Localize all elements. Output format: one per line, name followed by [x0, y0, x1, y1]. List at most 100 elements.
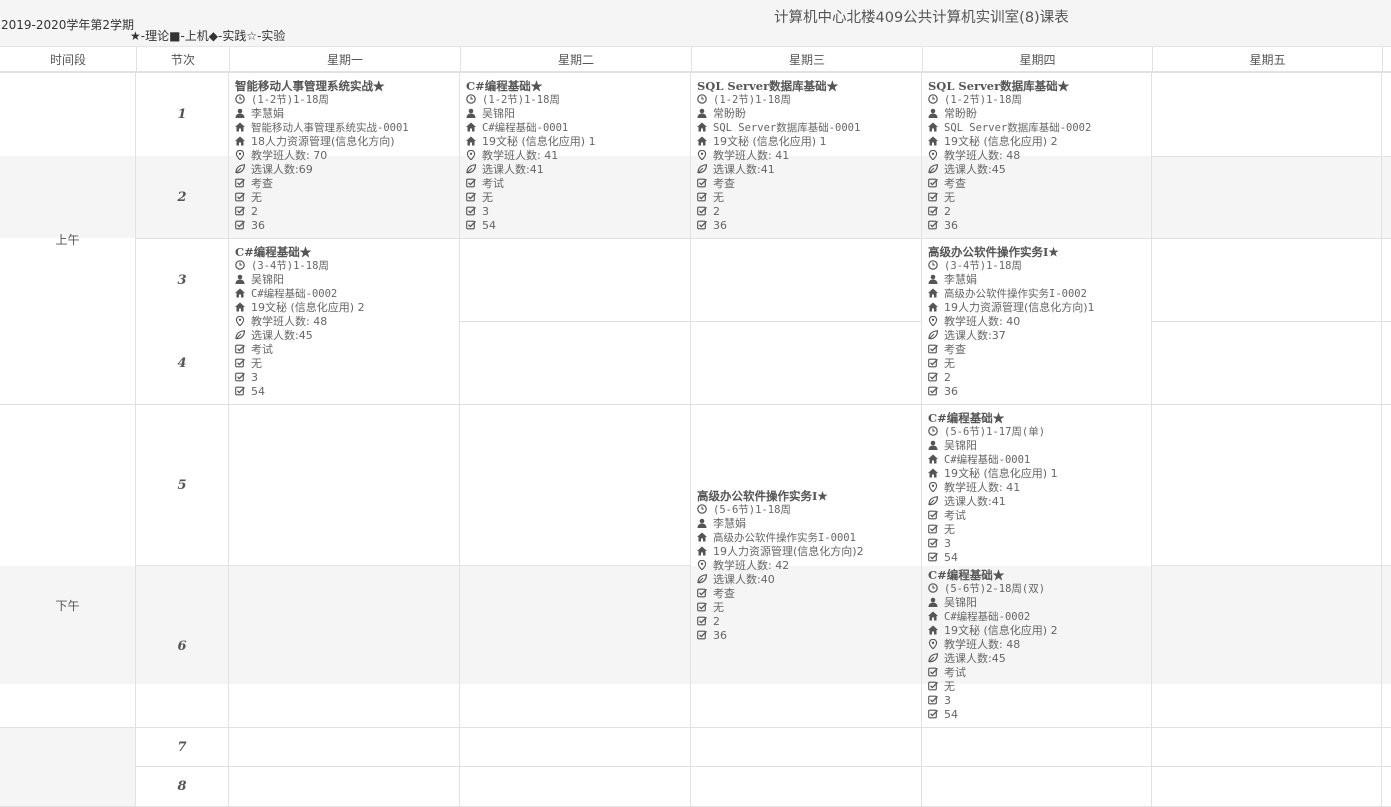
- course-teacher-text: 常盼盼: [713, 107, 746, 120]
- course-exam: 考查: [697, 587, 864, 601]
- clock-icon: [928, 583, 938, 593]
- course-group-text: 19文秘 (信息化应用) 1: [713, 135, 827, 148]
- course-size-text: 教学班人数: 41: [944, 481, 1021, 494]
- course-teacher-text: 吴锦阳: [251, 273, 284, 286]
- course-credit: 2: [235, 205, 409, 219]
- course-credit-text: 2: [713, 615, 720, 628]
- course-name: 智能移动人事管理系统实战★: [235, 79, 385, 93]
- course-teacher-text: 吴锦阳: [944, 596, 977, 609]
- home-icon: [697, 546, 707, 556]
- check-square-icon: [697, 616, 707, 626]
- course-block[interactable]: 高级办公软件操作实务I★ (5-6节)1-18周 李慧娟 高级办公软件操作实务I-00…: [697, 489, 864, 643]
- course-block[interactable]: 高级办公软件操作实务I★ (3-4节)1-18周 李慧娟 高级办公软件操作实务I-00…: [928, 245, 1095, 399]
- course-time: (1-2节)1-18周: [928, 93, 1091, 107]
- course-size: 教学班人数: 41: [466, 149, 596, 163]
- course-name: C#编程基础★: [928, 411, 1005, 425]
- course-block[interactable]: C#编程基础★ (5-6节)1-17周(单) 吴锦阳 C#编程基础-0001 19文秘 …: [928, 411, 1058, 565]
- grid-vline: [1151, 72, 1152, 807]
- check-square-icon: [928, 178, 938, 188]
- course-group: 19文秘 (信息化应用) 2: [235, 301, 365, 315]
- course-credit-text: 3: [944, 694, 951, 707]
- grid-hline: [1152, 321, 1391, 322]
- course-class: SQL Server数据库基础-0001: [697, 121, 860, 135]
- leaf-icon: [235, 164, 245, 174]
- course-group: 19文秘 (信息化应用) 1: [928, 467, 1058, 481]
- course-exam: 考查: [928, 177, 1091, 191]
- course-block[interactable]: SQL Server数据库基础★ (1-2节)1-18周 常盼盼 SQL Server…: [928, 79, 1091, 233]
- leaf-icon: [928, 330, 938, 340]
- check-square-icon: [466, 206, 476, 216]
- slot-number: 2: [177, 190, 187, 205]
- course-enrolled-text: 选课人数:40: [713, 573, 775, 586]
- course-time: (3-4节)1-18周: [235, 259, 365, 273]
- grid-hline: [1152, 565, 1391, 566]
- map-marker-icon: [928, 639, 938, 649]
- grid-hline: [460, 321, 922, 322]
- course-exam-text: 考试: [944, 666, 966, 679]
- course-class: 高级办公软件操作实务I-0001: [697, 531, 864, 545]
- user-icon: [235, 108, 245, 118]
- course-class-text: C#编程基础-0001: [944, 454, 1031, 466]
- home-icon: [928, 136, 938, 146]
- course-class-text: C#编程基础-0001: [482, 122, 569, 134]
- course-group-text: 19文秘 (信息化应用) 1: [944, 467, 1058, 480]
- home-icon: [928, 302, 938, 312]
- course-hours: 54: [928, 708, 1058, 722]
- leaf-icon: [235, 330, 245, 340]
- course-enrolled-text: 选课人数:69: [251, 163, 313, 176]
- check-square-icon: [235, 372, 245, 382]
- course-exam: 考试: [235, 343, 365, 357]
- user-icon: [235, 274, 245, 284]
- user-icon: [697, 518, 707, 528]
- course-enrolled-text: 选课人数:41: [713, 163, 775, 176]
- slot-number: 6: [177, 639, 187, 654]
- grid-vline: [690, 72, 691, 807]
- grid-vline: [921, 72, 922, 807]
- clock-icon: [928, 260, 938, 270]
- course-class: C#编程基础-0001: [466, 121, 596, 135]
- course-credit-text: 3: [482, 205, 489, 218]
- header-day-overflow: [1382, 46, 1391, 72]
- course-group-text: 19人力资源管理(信息化方向)2: [713, 545, 864, 558]
- user-icon: [466, 108, 476, 118]
- course-note-text: 无: [251, 357, 262, 370]
- course-credit: 3: [928, 537, 1058, 551]
- course-exam: 考查: [235, 177, 409, 191]
- course-time: (1-2节)1-18周: [697, 93, 860, 107]
- course-size-text: 教学班人数: 48: [251, 315, 328, 328]
- course-teacher-text: 吴锦阳: [482, 107, 515, 120]
- home-icon: [928, 611, 938, 621]
- course-name: 高级办公软件操作实务I★: [928, 245, 1059, 259]
- page-title: 计算机中心北楼409公共计算机实训室(8)课表: [774, 10, 1069, 26]
- leaf-icon: [697, 574, 707, 584]
- course-block[interactable]: C#编程基础★ (1-2节)1-18周 吴锦阳 C#编程基础-0001 19文秘 (信息…: [466, 79, 596, 233]
- home-icon: [928, 468, 938, 478]
- course-hours-text: 54: [944, 551, 958, 564]
- course-size-text: 教学班人数: 42: [713, 559, 790, 572]
- course-block[interactable]: SQL Server数据库基础★ (1-2节)1-18周 常盼盼 SQL Server…: [697, 79, 860, 233]
- course-group: 19人力资源管理(信息化方向)2: [697, 545, 864, 559]
- course-class: 智能移动人事管理系统实战-0001: [235, 121, 409, 135]
- course-block[interactable]: C#编程基础★ (5-6节)2-18周(双) 吴锦阳 C#编程基础-0002 19文秘 …: [928, 568, 1058, 722]
- course-enrolled: 选课人数:41: [928, 495, 1058, 509]
- course-block[interactable]: 智能移动人事管理系统实战★ (1-2节)1-18周 李慧娟 智能移动人事管理系统实战-…: [235, 79, 409, 233]
- course-exam: 考查: [697, 177, 860, 191]
- course-name: SQL Server数据库基础★: [928, 79, 1070, 93]
- course-enrolled-text: 选课人数:45: [944, 163, 1006, 176]
- check-square-icon: [466, 220, 476, 230]
- user-icon: [928, 440, 938, 450]
- course-note-text: 无: [713, 191, 724, 204]
- course-exam-text: 考试: [482, 177, 504, 190]
- course-group: 19文秘 (信息化应用) 2: [928, 624, 1058, 638]
- course-credit: 2: [697, 205, 860, 219]
- course-size-text: 教学班人数: 48: [944, 149, 1021, 162]
- course-size: 教学班人数: 42: [697, 559, 864, 573]
- course-block[interactable]: C#编程基础★ (3-4节)1-18周 吴锦阳 C#编程基础-0002 19文秘 (信息…: [235, 245, 365, 399]
- course-note: 无: [928, 680, 1058, 694]
- home-icon: [235, 136, 245, 146]
- check-square-icon: [928, 667, 938, 677]
- course-enrolled-text: 选课人数:37: [944, 329, 1006, 342]
- header-day-tue: 星期二: [460, 46, 691, 72]
- course-enrolled: 选课人数:41: [697, 163, 860, 177]
- check-square-icon: [235, 220, 245, 230]
